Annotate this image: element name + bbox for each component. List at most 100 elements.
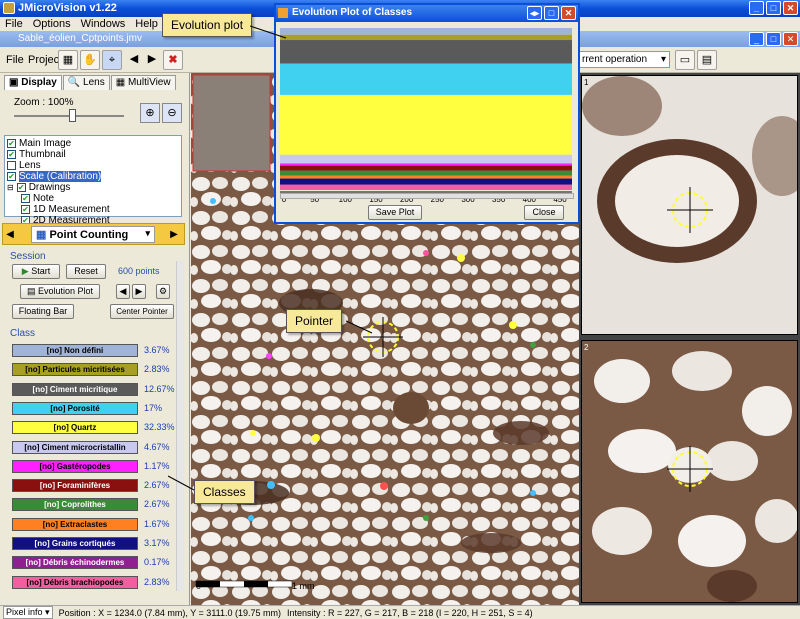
menu-windows[interactable]: Windows bbox=[81, 18, 126, 30]
tab-lens-label: Lens bbox=[83, 77, 105, 88]
view-2[interactable]: 2 bbox=[581, 340, 798, 603]
class-header: Class bbox=[10, 328, 36, 339]
doc-close-button[interactable]: ✕ bbox=[783, 32, 798, 46]
class-button[interactable]: [no] Grains cortiqués bbox=[12, 537, 138, 550]
layout-icon[interactable]: ▭ bbox=[675, 50, 695, 70]
status-bar: Pixel info ▾ Position : X = 1234.0 (7.84… bbox=[0, 605, 800, 619]
class-button[interactable]: [no] Foraminifères bbox=[12, 479, 138, 493]
callout-pointer-arrow bbox=[346, 320, 373, 334]
zoom-out-icon[interactable]: ⊖ bbox=[162, 103, 182, 123]
tab-multiview[interactable]: ▦ MultiView bbox=[110, 75, 176, 90]
maximize-button[interactable]: □ bbox=[766, 1, 781, 15]
chevron-down-icon: ▾ bbox=[145, 227, 150, 238]
plot-band bbox=[280, 184, 572, 190]
menu-file[interactable]: File bbox=[5, 18, 23, 30]
grid-tool-icon[interactable]: ▦ bbox=[58, 50, 78, 70]
pointer-tool-icon[interactable]: ⌖ bbox=[102, 50, 122, 70]
zoom-slider[interactable] bbox=[14, 109, 124, 122]
start-button[interactable]: ▶ Start bbox=[12, 264, 60, 279]
close-plot-button[interactable]: Close bbox=[524, 205, 564, 220]
tree-item-thumbnail[interactable]: ✔ Thumbnail bbox=[7, 149, 179, 160]
prev-arrow-icon[interactable]: ◀ bbox=[124, 50, 144, 70]
evolution-window-title: Evolution Plot of Classes bbox=[292, 7, 413, 18]
thumbnail-view bbox=[192, 74, 271, 172]
plot-scrollbar[interactable] bbox=[280, 193, 574, 199]
reset-button[interactable]: Reset bbox=[66, 264, 106, 279]
zoom-slider-thumb[interactable] bbox=[69, 109, 76, 122]
class-button[interactable]: [no] Ciment micritique bbox=[12, 382, 138, 396]
class-percentage: 1.67% bbox=[144, 518, 170, 529]
settings-icon[interactable]: ⚙ bbox=[156, 284, 170, 299]
tab-display-label: Display bbox=[21, 77, 57, 88]
tool-next-icon[interactable]: ▶ bbox=[167, 226, 181, 243]
tool-selector[interactable]: ▦ Point Counting ▾ bbox=[31, 225, 155, 243]
evo-close-icon[interactable]: ✕ bbox=[561, 6, 576, 20]
tree-item-main-image[interactable]: ✔ Main Image bbox=[7, 138, 179, 149]
zoom-in-icon[interactable]: ⊕ bbox=[140, 103, 160, 123]
class-percentage: 0.17% bbox=[144, 557, 170, 568]
tree-item-1d-measurement[interactable]: ✔ 1D Measurement bbox=[7, 204, 179, 215]
svg-text:0: 0 bbox=[196, 581, 201, 591]
class-button[interactable]: [no] Coprolithes bbox=[12, 498, 138, 512]
evo-restore-button[interactable]: ◂▸ bbox=[527, 6, 542, 20]
delete-icon[interactable]: ✖ bbox=[163, 50, 183, 70]
callout-classes: Classes bbox=[194, 480, 255, 504]
floating-bar-button[interactable]: Floating Bar bbox=[12, 304, 74, 319]
class-scrollbar[interactable] bbox=[176, 261, 184, 591]
view-1[interactable]: 1 bbox=[581, 75, 798, 335]
plot-band bbox=[280, 178, 572, 185]
tree-item-lens[interactable]: Lens bbox=[7, 160, 179, 171]
doc-maximize-button[interactable]: □ bbox=[766, 32, 781, 46]
class-percentage: 2.83% bbox=[144, 576, 170, 587]
class-button[interactable]: [no] Ciment microcristallin bbox=[12, 440, 138, 454]
doc-minimize-button[interactable]: _ bbox=[749, 32, 764, 46]
plot-band bbox=[280, 34, 572, 41]
display-icon: ▣ bbox=[9, 77, 19, 88]
app-title: JMicroVision v1.22 bbox=[18, 2, 117, 14]
class-percentage: 17% bbox=[144, 402, 163, 413]
next-point-icon[interactable]: ▶ bbox=[132, 284, 146, 299]
plot-band bbox=[280, 163, 572, 166]
evolution-plot-button[interactable]: ▤ Evolution Plot bbox=[20, 284, 100, 299]
tool-prev-icon[interactable]: ◀ bbox=[3, 226, 17, 243]
chevron-down-icon: ▾ bbox=[660, 54, 666, 65]
class-button[interactable]: [no] Extraclastes bbox=[12, 517, 138, 531]
menu-options[interactable]: Options bbox=[33, 18, 71, 30]
tree-item-note[interactable]: ✔ Note bbox=[7, 193, 179, 204]
tab-display[interactable]: ▣ Display bbox=[4, 75, 62, 90]
menu-help[interactable]: Help bbox=[135, 18, 158, 30]
plot-band bbox=[280, 165, 572, 171]
class-percentage: 3.67% bbox=[144, 345, 170, 355]
play-icon: ▶ bbox=[21, 266, 29, 276]
class-button[interactable]: [no] Non défini bbox=[12, 344, 138, 357]
hand-tool-icon[interactable]: ✋ bbox=[80, 50, 100, 70]
class-button[interactable]: [no] Débris échinodermes bbox=[12, 556, 138, 570]
class-button[interactable]: [no] Porosité bbox=[12, 401, 138, 415]
points-count: 600 points bbox=[118, 266, 160, 276]
center-pointer-button[interactable]: Center Pointer bbox=[110, 304, 174, 319]
class-button[interactable]: [no] Particules micritisées bbox=[12, 363, 138, 377]
table-icon[interactable]: ▤ bbox=[697, 50, 717, 70]
position-readout: Position : X = 1234.0 (7.84 mm), Y = 311… bbox=[58, 607, 282, 618]
class-button[interactable]: [no] Débris brachiopodes bbox=[12, 575, 138, 589]
evo-maximize-button[interactable]: □ bbox=[544, 6, 559, 20]
minimize-button[interactable]: _ bbox=[749, 1, 764, 15]
tab-lens[interactable]: 🔍 Lens bbox=[62, 75, 110, 90]
app-icon bbox=[3, 2, 15, 14]
next-arrow-icon[interactable]: ▶ bbox=[142, 50, 162, 70]
session-header: Session bbox=[10, 251, 46, 262]
pixel-info-combo[interactable]: Pixel info ▾ bbox=[3, 606, 53, 619]
tree-item-drawings[interactable]: ⊟ ✔ Drawings bbox=[7, 182, 179, 193]
save-plot-button[interactable]: Save Plot bbox=[368, 205, 422, 220]
toolbar-file[interactable]: File bbox=[6, 54, 24, 66]
window-icon bbox=[278, 8, 288, 18]
evolution-plot: 0 50 100 150 200 250 300 350 400 450 bbox=[278, 24, 576, 204]
class-button[interactable]: [no] Gastéropodes bbox=[12, 459, 138, 473]
tree-item-scale[interactable]: ✔ Scale (Calibration) bbox=[7, 171, 179, 182]
prev-point-icon[interactable]: ◀ bbox=[116, 284, 130, 299]
operation-combo[interactable]: rrent operation ▾ bbox=[578, 51, 670, 68]
close-button[interactable]: ✕ bbox=[783, 1, 798, 15]
view-2-label: 2 bbox=[584, 343, 589, 352]
class-button[interactable]: [no] Quartz bbox=[12, 421, 138, 435]
evolution-plot-window: Evolution Plot of Classes ◂▸ □ ✕ 0 50 100 1… bbox=[274, 3, 580, 224]
